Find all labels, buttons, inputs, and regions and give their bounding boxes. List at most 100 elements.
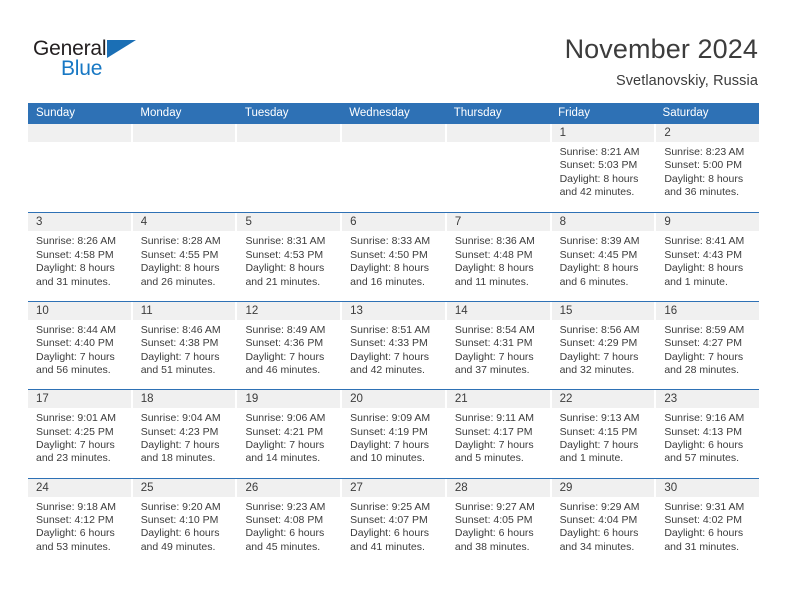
- title-block: November 2024 Svetlanovskiy, Russia: [565, 33, 758, 91]
- day-number: 12: [245, 304, 259, 317]
- sunrise-text: Sunrise: 9:20 AM: [140, 500, 221, 513]
- daylight-text-line2: and 23 minutes.: [36, 452, 111, 465]
- daylight-text-line1: Daylight: 6 hours: [454, 527, 534, 540]
- weekday-header-wednesday: Wednesday: [349, 107, 410, 119]
- day-number: 3: [36, 216, 43, 229]
- daylight-text-line1: Daylight: 6 hours: [664, 527, 744, 540]
- calendar-day-cell[interactable]: 7 Sunrise: 8:36 AM Sunset: 4:48 PM Daylight…: [444, 213, 550, 301]
- sunrise-text: Sunrise: 9:31 AM: [664, 500, 745, 513]
- calendar-day-cell[interactable]: 6 Sunrise: 8:33 AM Sunset: 4:50 PM Daylight…: [340, 213, 445, 301]
- daylight-text-line1: Daylight: 8 hours: [245, 262, 325, 275]
- day-number-strip: [551, 213, 655, 232]
- sunrise-text: Sunrise: 9:06 AM: [245, 412, 326, 425]
- calendar-day-cell[interactable]: 3 Sunrise: 8:26 AM Sunset: 4:58 PM Daylight…: [28, 213, 131, 301]
- brand-logo[interactable]: General Blue: [33, 37, 163, 85]
- daylight-text-line1: Daylight: 6 hours: [36, 527, 115, 540]
- calendar-day-cell[interactable]: 4 Sunrise: 8:28 AM Sunset: 4:55 PM Daylight…: [130, 213, 236, 301]
- calendar-day-cell[interactable]: 15 Sunrise: 8:56 AM Sunset: 4:29 PM Dayligh…: [549, 301, 655, 390]
- calendar-day-cell[interactable]: 27 Sunrise: 9:25 AM Sunset: 4:07 PM Dayligh…: [340, 478, 445, 566]
- daylight-text-line1: Daylight: 7 hours: [36, 438, 115, 451]
- calendar-day-cell[interactable]: 10 Sunrise: 8:44 AM Sunset: 4:40 PM Dayligh…: [28, 301, 131, 390]
- day-details: Sunrise: 9:04 AM Sunset: 4:23 PM Daylight:…: [133, 408, 236, 466]
- calendar-grid: Sunday Monday Tuesday Wednesday Thursday Frid…: [28, 103, 760, 566]
- daylight-text-line2: and 36 minutes.: [664, 186, 740, 199]
- sunset-text: Sunset: 4:05 PM: [454, 513, 533, 526]
- day-number: 20: [350, 393, 363, 406]
- sunrise-text: Sunrise: 8:44 AM: [36, 323, 116, 336]
- calendar-day-cell[interactable]: 14 Sunrise: 8:54 AM Sunset: 4:31 PM Dayligh…: [444, 301, 550, 390]
- day-number-strip: [237, 124, 341, 142]
- calendar-day-cell[interactable]: 2 Sunrise: 8:23 AM Sunset: 5:00 PM Daylight…: [654, 124, 760, 213]
- sunset-text: Sunset: 4:25 PM: [36, 425, 114, 438]
- calendar-day-cell[interactable]: 5 Sunrise: 8:31 AM Sunset: 4:53 PM Daylight…: [235, 213, 341, 301]
- daylight-text-line2: and 6 minutes.: [559, 275, 629, 288]
- day-details: Sunrise: 8:23 AM Sunset: 5:00 PM Daylight:…: [656, 142, 759, 200]
- calendar-day-cell[interactable]: 17 Sunrise: 9:01 AM Sunset: 4:25 PM Dayligh…: [28, 390, 131, 478]
- calendar-day-cell[interactable]: 30 Sunrise: 9:31 AM Sunset: 4:02 PM Dayligh…: [654, 478, 760, 566]
- calendar-day-cell[interactable]: 25 Sunrise: 9:20 AM Sunset: 4:10 PM Dayligh…: [130, 478, 236, 566]
- sunset-text: Sunset: 4:19 PM: [350, 425, 428, 438]
- calendar-day-cell[interactable]: 22 Sunrise: 9:13 AM Sunset: 4:15 PM Dayligh…: [549, 390, 655, 478]
- day-number: 18: [140, 393, 154, 406]
- calendar-day-cell[interactable]: 21 Sunrise: 9:11 AM Sunset: 4:17 PM Dayligh…: [444, 390, 550, 478]
- calendar-day-cell[interactable]: 13 Sunrise: 8:51 AM Sunset: 4:33 PM Dayligh…: [340, 301, 445, 390]
- calendar-day-cell[interactable]: 18 Sunrise: 9:04 AM Sunset: 4:23 PM Dayligh…: [130, 390, 236, 478]
- calendar-day-cell[interactable]: 23 Sunrise: 9:16 AM Sunset: 4:13 PM Dayligh…: [654, 390, 760, 478]
- page-title: November 2024: [564, 34, 758, 64]
- day-number-strip: [342, 213, 445, 232]
- daylight-text-line2: and 18 minutes.: [140, 452, 216, 465]
- sunset-text: Sunset: 4:12 PM: [36, 513, 114, 526]
- day-details: Sunrise: 8:31 AM Sunset: 4:53 PM Daylight:…: [237, 231, 340, 289]
- daylight-text-line2: and 56 minutes.: [36, 364, 111, 376]
- calendar-day-cell[interactable]: 19 Sunrise: 9:06 AM Sunset: 4:21 PM Dayligh…: [235, 390, 341, 478]
- day-details: Sunrise: 9:18 AM Sunset: 4:12 PM Daylight:…: [28, 497, 131, 555]
- calendar-day-cell[interactable]: 20 Sunrise: 9:09 AM Sunset: 4:19 PM Dayligh…: [340, 390, 445, 478]
- calendar-day-cell[interactable]: 1 Sunrise: 8:21 AM Sunset: 5:03 PM Daylight…: [549, 124, 655, 213]
- daylight-text-line2: and 57 minutes.: [664, 452, 740, 465]
- daylight-text-line2: and 38 minutes.: [454, 540, 530, 553]
- day-details: Sunrise: 9:11 AM Sunset: 4:17 PM Daylight:…: [447, 408, 550, 466]
- calendar-week-row: 10 Sunrise: 8:44 AM Sunset: 4:40 PM Dayligh…: [28, 300, 760, 390]
- daylight-text-line2: and 49 minutes.: [140, 540, 216, 553]
- daylight-text-line1: Daylight: 7 hours: [245, 350, 325, 363]
- day-details: Sunrise: 8:46 AM Sunset: 4:38 PM Daylight:…: [133, 320, 236, 378]
- day-details: Sunrise: 8:39 AM Sunset: 4:45 PM Daylight:…: [552, 231, 655, 289]
- daylight-text-line2: and 26 minutes.: [140, 275, 216, 288]
- day-number: 9: [664, 216, 671, 229]
- day-details: Sunrise: 8:33 AM Sunset: 4:50 PM Daylight:…: [342, 231, 445, 289]
- day-details: Sunrise: 8:26 AM Sunset: 4:58 PM Daylight:…: [28, 231, 131, 289]
- daylight-text-line1: Daylight: 8 hours: [559, 262, 639, 275]
- sunset-text: Sunset: 4:48 PM: [454, 248, 533, 261]
- calendar-page: General Blue November 2024 Svetlanovskiy…: [0, 0, 792, 612]
- sunset-text: Sunset: 4:27 PM: [664, 337, 742, 350]
- day-details: Sunrise: 8:44 AM Sunset: 4:40 PM Daylight:…: [28, 320, 131, 378]
- sunrise-text: Sunrise: 8:23 AM: [664, 146, 745, 158]
- daylight-text-line1: Daylight: 8 hours: [36, 262, 115, 275]
- daylight-text-line1: Daylight: 7 hours: [664, 350, 744, 363]
- calendar-day-cell[interactable]: 8 Sunrise: 8:39 AM Sunset: 4:45 PM Daylight…: [549, 213, 655, 301]
- daylight-text-line1: Daylight: 8 hours: [664, 262, 744, 275]
- calendar-day-cell[interactable]: 26 Sunrise: 9:23 AM Sunset: 4:08 PM Dayligh…: [235, 478, 341, 566]
- daylight-text-line1: Daylight: 8 hours: [140, 262, 220, 275]
- sunrise-text: Sunrise: 9:18 AM: [36, 500, 116, 513]
- daylight-text-line2: and 5 minutes.: [454, 452, 524, 465]
- day-details: Sunrise: 9:25 AM Sunset: 4:07 PM Daylight:…: [342, 497, 445, 555]
- daylight-text-line1: Daylight: 6 hours: [664, 438, 744, 451]
- daylight-text-line1: Daylight: 7 hours: [454, 350, 534, 363]
- sunset-text: Sunset: 4:53 PM: [245, 248, 324, 261]
- calendar-day-cell[interactable]: 28 Sunrise: 9:27 AM Sunset: 4:05 PM Dayligh…: [444, 478, 550, 566]
- calendar-day-cell[interactable]: 12 Sunrise: 8:49 AM Sunset: 4:36 PM Dayligh…: [235, 301, 341, 390]
- sunrise-text: Sunrise: 9:11 AM: [454, 412, 535, 425]
- calendar-day-cell[interactable]: 29 Sunrise: 9:29 AM Sunset: 4:04 PM Dayligh…: [549, 478, 655, 566]
- calendar-day-cell[interactable]: 9 Sunrise: 8:41 AM Sunset: 4:43 PM Daylight…: [654, 213, 760, 301]
- triangle-logo-icon: [107, 40, 136, 58]
- weekday-header-saturday: Saturday: [662, 107, 709, 119]
- calendar-day-cell[interactable]: 11 Sunrise: 8:46 AM Sunset: 4:38 PM Dayligh…: [130, 301, 236, 390]
- calendar-week-row: 1 Sunrise: 8:21 AM Sunset: 5:03 PM Daylight…: [28, 124, 760, 213]
- calendar-day-cell[interactable]: 16 Sunrise: 8:59 AM Sunset: 4:27 PM Dayligh…: [654, 301, 760, 390]
- day-details: Sunrise: 9:31 AM Sunset: 4:02 PM Daylight:…: [656, 497, 759, 555]
- daylight-text-line2: and 31 minutes.: [36, 275, 111, 288]
- calendar-day-cell[interactable]: 24 Sunrise: 9:18 AM Sunset: 4:12 PM Dayligh…: [28, 478, 131, 566]
- daylight-text-line1: Daylight: 8 hours: [559, 172, 639, 185]
- daylight-text-line2: and 14 minutes.: [245, 452, 321, 465]
